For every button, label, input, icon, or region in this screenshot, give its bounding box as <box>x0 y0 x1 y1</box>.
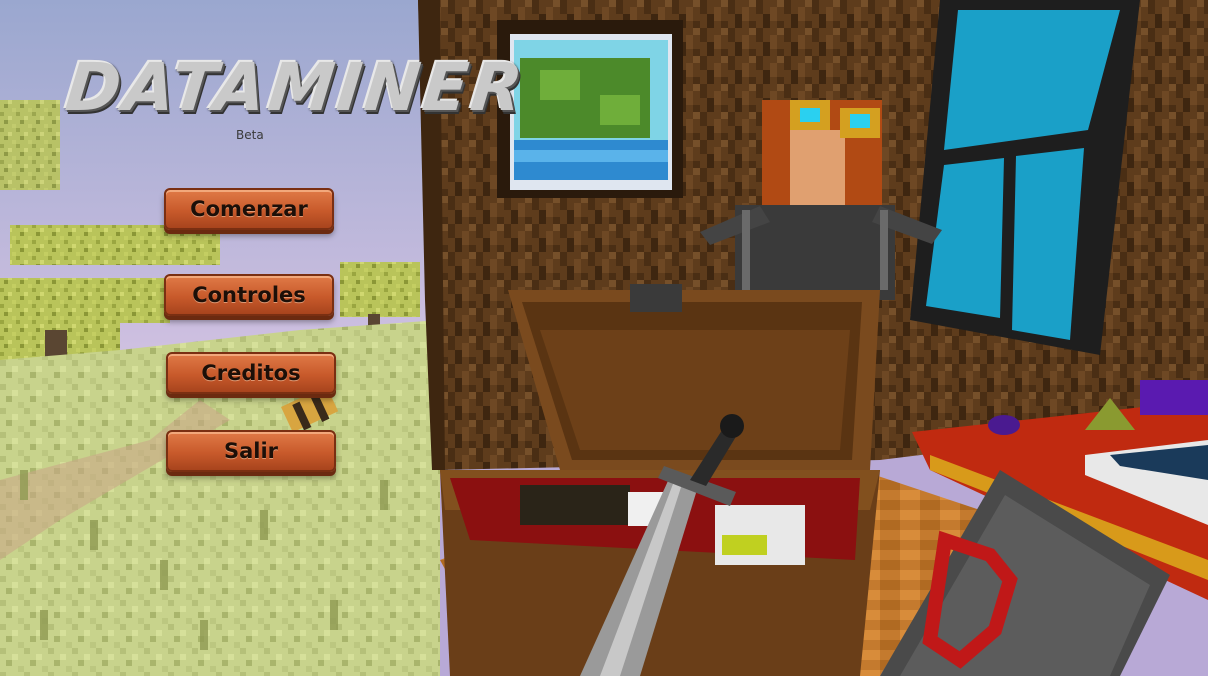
start-button-label: Comenzar <box>190 197 308 221</box>
controls-button-label: Controles <box>192 283 306 307</box>
credits-button-label: Creditos <box>201 361 301 385</box>
game-logo: DATAMINER Beta <box>62 49 529 147</box>
controls-button[interactable]: Controles <box>164 274 334 316</box>
credits-button[interactable]: Creditos <box>166 352 336 394</box>
game-title: DATAMINER <box>62 49 530 126</box>
quit-button[interactable]: Salir <box>166 430 336 472</box>
start-button[interactable]: Comenzar <box>164 188 334 230</box>
quit-button-label: Salir <box>223 439 279 463</box>
game-subtitle: Beta <box>236 128 264 142</box>
